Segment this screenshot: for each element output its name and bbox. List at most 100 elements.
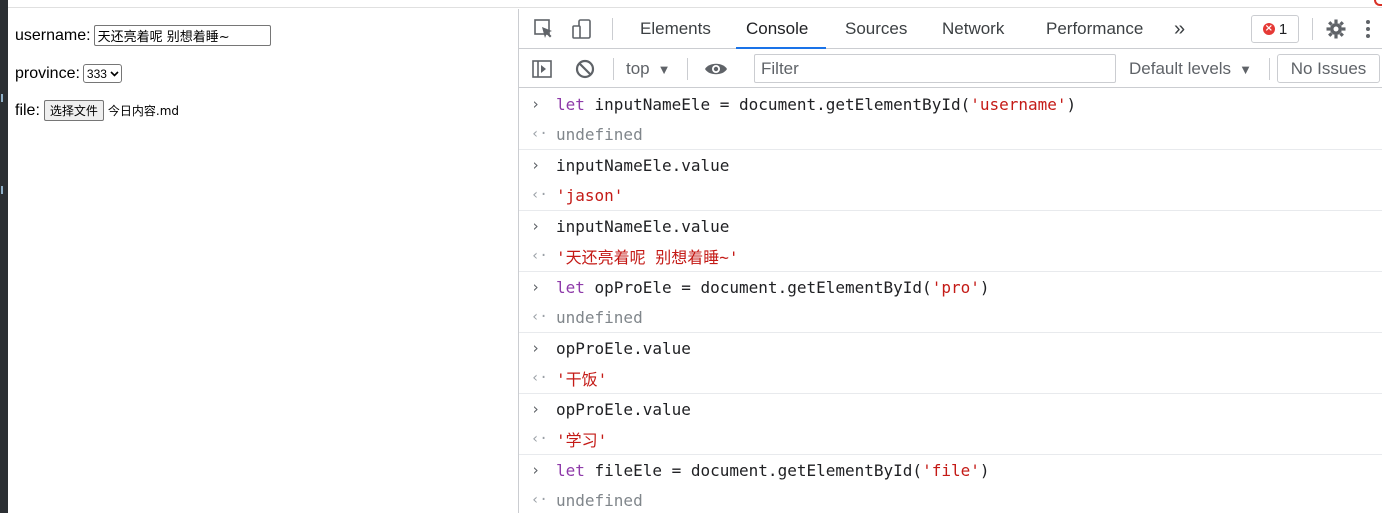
- tab-network[interactable]: Network: [942, 9, 1004, 49]
- strip-marker: [1, 186, 3, 194]
- code-token: inputNameEle.value: [556, 216, 730, 236]
- console-result-value: 'jason': [556, 185, 624, 205]
- error-icon: ×: [1262, 23, 1275, 35]
- username-row: username: 天还亮着呢 别想着睡~: [15, 25, 271, 46]
- console-result-line: ‹· '干饭': [519, 363, 1382, 393]
- console-input-code: opProEle.value: [556, 339, 691, 358]
- issues-button[interactable]: No Issues: [1277, 54, 1380, 83]
- code-token: ): [979, 460, 990, 480]
- console-input-code: let fileEle = document.getElementById('f…: [556, 461, 990, 480]
- console-input-code: let opProEle = document.getElementById('…: [556, 278, 990, 297]
- console-messages: › let inputNameEle = document.getElementB…: [519, 89, 1382, 513]
- string-token: 'pro': [931, 277, 980, 297]
- console-input-code: inputNameEle.value: [556, 156, 729, 175]
- eye-icon[interactable]: [703, 58, 729, 80]
- console-result-value: '学习': [556, 431, 608, 450]
- console-entry: › let fileEle = document.getElementById('…: [519, 455, 1382, 513]
- console-result-value: '天还亮着呢 别想着睡~': [556, 248, 739, 267]
- clear-console-icon[interactable]: [574, 58, 596, 80]
- error-count: 1: [1278, 20, 1288, 38]
- console-input-code: inputNameEle.value: [556, 217, 729, 236]
- console-result-line: ‹· '天还亮着呢 别想着睡~': [519, 241, 1382, 271]
- console-input-line[interactable]: › let opProEle = document.getElementById(…: [519, 272, 1382, 302]
- code-token: opProEle.value: [556, 399, 691, 419]
- log-levels-dropdown[interactable]: Default levels ▼: [1129, 50, 1252, 88]
- code-token: ): [979, 277, 990, 297]
- console-entry: › let opProEle = document.getElementById(…: [519, 272, 1382, 333]
- console-input-line[interactable]: › inputNameEle.value: [519, 150, 1382, 180]
- console-entry: › inputNameEle.value ‹· 'jason': [519, 150, 1382, 211]
- strip-marker: [1, 94, 3, 102]
- divider: [1269, 58, 1270, 80]
- province-label: province:: [15, 64, 80, 82]
- inspect-element-icon[interactable]: [533, 18, 555, 40]
- chevron-right-icon: ›: [531, 217, 541, 235]
- console-input-line[interactable]: › let fileEle = document.getElementById('…: [519, 455, 1382, 485]
- return-arrow-icon: ‹·: [531, 492, 548, 508]
- tab-performance[interactable]: Performance: [1046, 9, 1143, 49]
- console-filter-input[interactable]: Filter: [754, 54, 1116, 83]
- code-token: inputNameEle = document.getElementById(: [584, 94, 971, 114]
- return-arrow-icon: ‹·: [531, 309, 548, 325]
- return-arrow-icon: ‹·: [531, 248, 548, 264]
- console-entry: › opProEle.value ‹· '学习': [519, 394, 1382, 455]
- levels-label: Default levels: [1129, 59, 1232, 78]
- code-token: ): [1066, 94, 1077, 114]
- device-toolbar-icon[interactable]: [571, 18, 593, 40]
- province-row: province: 333: [15, 64, 122, 83]
- console-result-value: undefined: [556, 124, 643, 144]
- chevron-down-icon: [110, 69, 119, 79]
- console-input-line[interactable]: › opProEle.value: [519, 394, 1382, 424]
- tab-elements[interactable]: Elements: [640, 9, 711, 49]
- triangle-down-icon: ▼: [657, 61, 671, 77]
- console-entry: › opProEle.value ‹· '干饭': [519, 333, 1382, 394]
- code-token: opProEle.value: [556, 338, 691, 358]
- triangle-down-icon: ▼: [1239, 61, 1252, 77]
- file-label: file:: [15, 101, 40, 119]
- console-input-code: let inputNameEle = document.getElementBy…: [556, 95, 1076, 114]
- console-entry: › inputNameEle.value ‹· '天还亮着呢 别想着睡~': [519, 211, 1382, 272]
- editor-side-strip: [0, 0, 8, 513]
- string-token: 'username': [970, 94, 1067, 114]
- kebab-menu-icon[interactable]: [1361, 18, 1375, 40]
- return-arrow-icon: ‹·: [531, 126, 548, 142]
- province-select[interactable]: 333: [82, 64, 122, 83]
- console-input-line[interactable]: › opProEle.value: [519, 333, 1382, 363]
- console-result-value: undefined: [556, 307, 643, 327]
- console-input-line[interactable]: › inputNameEle.value: [519, 211, 1382, 241]
- keyword-token: let: [556, 460, 585, 480]
- divider: [687, 58, 688, 80]
- context-selector[interactable]: top ▼: [626, 50, 671, 88]
- tab-sources[interactable]: Sources: [845, 9, 907, 49]
- chevron-right-icon: ›: [531, 278, 541, 296]
- choose-file-button[interactable]: 选择文件: [43, 100, 104, 121]
- file-name: 今日内容.md: [107, 104, 180, 118]
- gear-icon[interactable]: [1325, 18, 1347, 40]
- keyword-token: let: [556, 277, 585, 297]
- tab-console[interactable]: Console: [735, 9, 827, 49]
- console-result-value: undefined: [556, 490, 643, 510]
- province-selected-value: 333: [86, 66, 107, 81]
- divider: [613, 58, 614, 80]
- chevron-right-icon: ›: [531, 95, 541, 113]
- console-result-line: ‹· undefined: [519, 119, 1382, 149]
- return-arrow-icon: ‹·: [531, 370, 548, 386]
- chevron-right-icon: ›: [531, 461, 541, 479]
- console-result-line: ‹· undefined: [519, 302, 1382, 332]
- console-result-line: ‹· 'jason': [519, 180, 1382, 210]
- error-count-badge[interactable]: × 1: [1251, 15, 1299, 43]
- console-result-value: '干饭': [556, 370, 608, 389]
- console-input-line[interactable]: › let inputNameEle = document.getElementB…: [519, 89, 1382, 119]
- page-viewport: username: 天还亮着呢 别想着睡~ province: 333 file…: [8, 9, 518, 513]
- keyword-token: let: [556, 94, 585, 114]
- more-tabs-button[interactable]: »: [1174, 9, 1185, 49]
- file-row: file: 选择文件 今日内容.md: [15, 100, 179, 121]
- devtools-panel: Elements Console Sources Network Perform…: [518, 9, 1382, 513]
- username-input[interactable]: 天还亮着呢 别想着睡~: [93, 25, 271, 46]
- context-value: top: [626, 59, 650, 78]
- devtools-main-toolbar: Elements Console Sources Network Perform…: [519, 9, 1382, 49]
- console-entry: › let inputNameEle = document.getElementB…: [519, 89, 1382, 150]
- sidebar-toggle-icon[interactable]: [531, 58, 553, 80]
- window-top-border: [8, 0, 1382, 8]
- console-toolbar: top ▼ Filter Default levels ▼ No Issues: [519, 50, 1382, 88]
